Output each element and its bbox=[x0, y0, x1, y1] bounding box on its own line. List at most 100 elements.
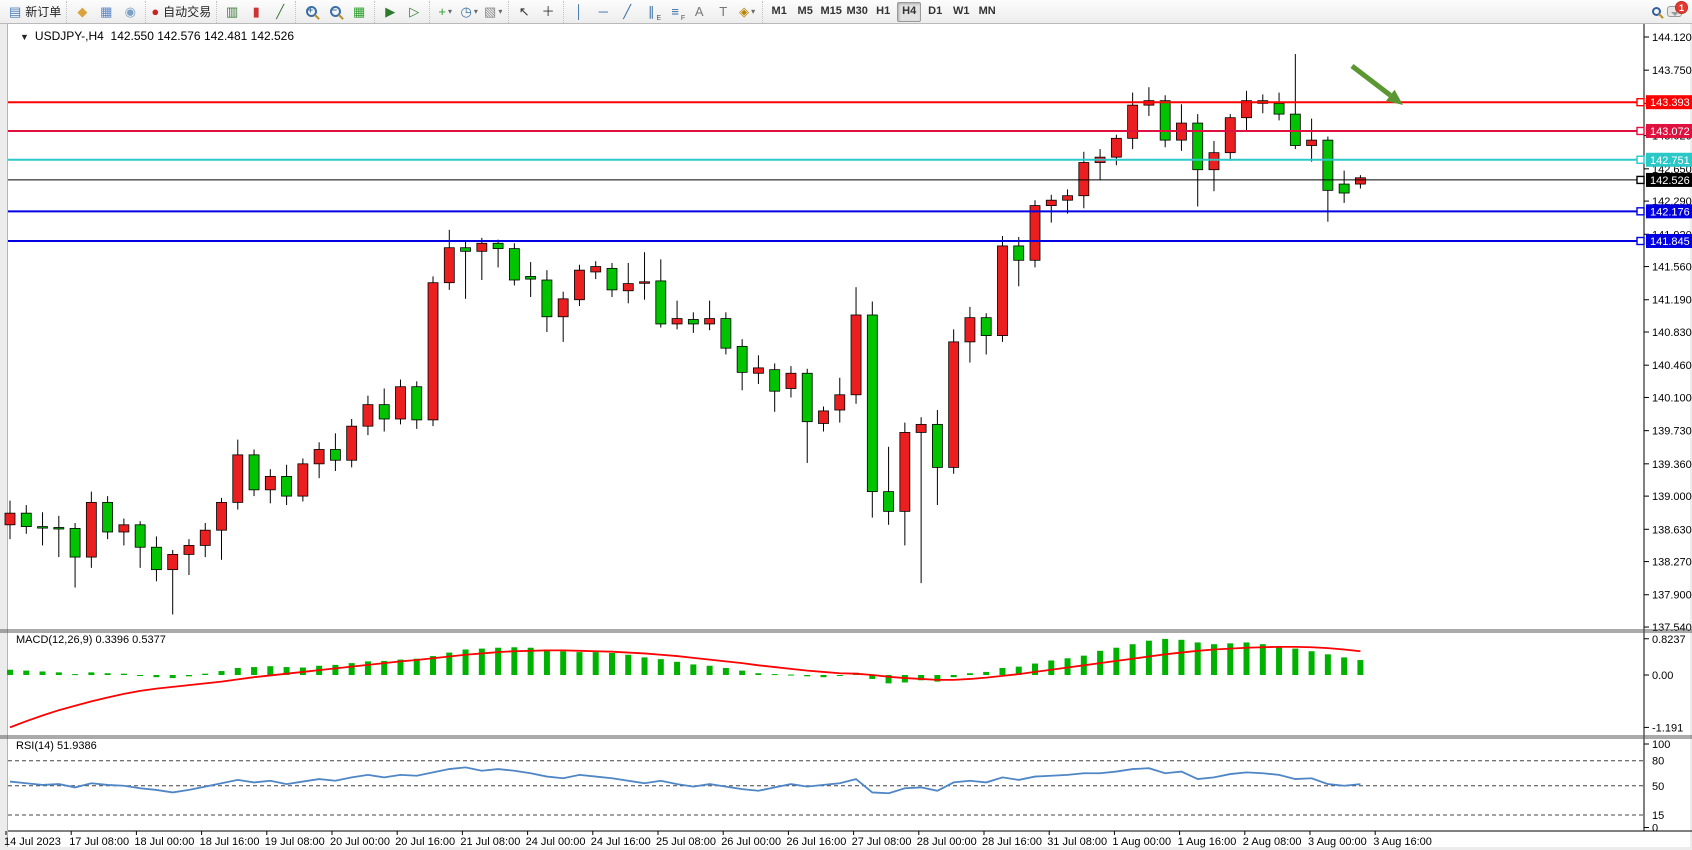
templates-icon: ▧ bbox=[484, 5, 496, 18]
fibonacci-icon: ≡ bbox=[671, 5, 679, 18]
svg-text:0.8237: 0.8237 bbox=[1652, 634, 1686, 646]
new-order-button[interactable]: ▤新订单 bbox=[8, 2, 62, 22]
zoom-in-button[interactable]: + bbox=[300, 2, 322, 22]
svg-text:31 Jul 08:00: 31 Jul 08:00 bbox=[1047, 836, 1107, 848]
rsi-pane: 1008050150 bbox=[8, 739, 1670, 835]
text-button[interactable]: A bbox=[688, 2, 710, 22]
svg-text:141.190: 141.190 bbox=[1652, 295, 1692, 307]
order-group: ▤新订单 bbox=[4, 1, 66, 23]
templates-button[interactable]: ▧ bbox=[482, 2, 504, 22]
timeframe-mn-button[interactable]: MN bbox=[975, 2, 999, 22]
notification-badge: 1 bbox=[1675, 1, 1688, 14]
cursor-button[interactable]: ↖ bbox=[513, 2, 535, 22]
svg-text:142.751: 142.751 bbox=[1650, 155, 1690, 167]
trend-line-button[interactable]: ╱ bbox=[616, 2, 638, 22]
pane-separators[interactable] bbox=[0, 630, 1692, 831]
svg-text:138.630: 138.630 bbox=[1652, 524, 1692, 536]
notifications-icon[interactable]: 1 bbox=[1667, 6, 1682, 17]
svg-text:50: 50 bbox=[1652, 781, 1664, 793]
candles-layer bbox=[5, 54, 1365, 614]
line-chart-icon: ╱ bbox=[276, 5, 284, 18]
svg-text:19 Jul 08:00: 19 Jul 08:00 bbox=[265, 836, 325, 848]
signals-icon: ◉ bbox=[125, 5, 136, 18]
signals-button[interactable]: ◉ bbox=[119, 2, 141, 22]
svg-text:20 Jul 16:00: 20 Jul 16:00 bbox=[395, 836, 455, 848]
timeframe-m1-button[interactable]: M1 bbox=[767, 2, 791, 22]
main-toolbar: ▤新订单◆▦◉●自动交易▥▮╱+−▦▶▷+◷▧↖＋│─╱∥E≡FAT◈M1M5M… bbox=[0, 0, 1692, 24]
svg-text:14 Jul 2023: 14 Jul 2023 bbox=[4, 836, 61, 848]
macd-indicator-label[interactable]: MACD(12,26,9) 0.3396 0.5377 bbox=[16, 634, 166, 646]
timeframe-d1-button[interactable]: D1 bbox=[923, 2, 947, 22]
time-axis[interactable]: 14 Jul 202317 Jul 08:0018 Jul 00:0018 Ju… bbox=[4, 831, 1432, 848]
timeframe-m5-button[interactable]: M5 bbox=[793, 2, 817, 22]
svg-text:143.072: 143.072 bbox=[1650, 126, 1690, 138]
chart-canvas[interactable]: 144.120143.750143.380143.020142.650142.2… bbox=[0, 0, 1692, 850]
timeframe-h4-button[interactable]: H4 bbox=[897, 2, 921, 22]
zoom-group: +−▦ bbox=[295, 1, 374, 23]
bar-chart-button[interactable]: ▥ bbox=[221, 2, 243, 22]
chart-ohlc-values: 142.550 142.576 142.481 142.526 bbox=[111, 29, 295, 43]
auto-trading-button-label: 自动交易 bbox=[163, 6, 211, 18]
indicators-icon: + bbox=[438, 5, 446, 18]
zoom-out-button[interactable]: − bbox=[324, 2, 346, 22]
svg-text:24 Jul 00:00: 24 Jul 00:00 bbox=[526, 836, 586, 848]
crosshair-icon: ＋ bbox=[542, 5, 555, 18]
svg-text:144.120: 144.120 bbox=[1652, 32, 1692, 44]
trend-line-icon: ╱ bbox=[623, 5, 631, 18]
svg-text:1 Aug 00:00: 1 Aug 00:00 bbox=[1112, 836, 1171, 848]
svg-text:141.845: 141.845 bbox=[1650, 236, 1690, 248]
tile-windows-icon: ▦ bbox=[353, 5, 365, 18]
svg-text:3 Aug 00:00: 3 Aug 00:00 bbox=[1308, 836, 1367, 848]
tile-windows-button[interactable]: ▦ bbox=[348, 2, 370, 22]
auto-trading-button[interactable]: ●自动交易 bbox=[150, 2, 212, 22]
svg-text:26 Jul 00:00: 26 Jul 00:00 bbox=[721, 836, 781, 848]
mt4-application-window: ▤新订单◆▦◉●自动交易▥▮╱+−▦▶▷+◷▧↖＋│─╱∥E≡FAT◈M1M5M… bbox=[0, 0, 1692, 850]
svg-text:2 Aug 08:00: 2 Aug 08:00 bbox=[1243, 836, 1302, 848]
svg-text:1 Aug 16:00: 1 Aug 16:00 bbox=[1178, 836, 1237, 848]
text-label-button[interactable]: T bbox=[712, 2, 734, 22]
indicators-button[interactable]: + bbox=[434, 2, 456, 22]
svg-text:0: 0 bbox=[1652, 823, 1658, 835]
horizontal-lines-layer[interactable]: 143.393143.072142.751142.176141.845 bbox=[8, 95, 1692, 248]
timeframe-m15-button[interactable]: M15 bbox=[819, 2, 843, 22]
line-chart-button[interactable]: ╱ bbox=[269, 2, 291, 22]
text-icon: A bbox=[695, 5, 704, 18]
chart-shift-button[interactable]: ▷ bbox=[403, 2, 425, 22]
chevron-down-icon[interactable]: ▼ bbox=[20, 32, 29, 42]
svg-text:140.460: 140.460 bbox=[1652, 360, 1692, 372]
vertical-line-button[interactable]: │ bbox=[568, 2, 590, 22]
svg-text:25 Jul 08:00: 25 Jul 08:00 bbox=[656, 836, 716, 848]
chart-symbol-period: USDJPY-,H4 bbox=[35, 29, 104, 43]
periods-icon: ◷ bbox=[461, 5, 472, 18]
data-window-button[interactable]: ▦ bbox=[95, 2, 117, 22]
fibonacci-button[interactable]: ≡F bbox=[664, 2, 686, 22]
horizontal-line-icon: ─ bbox=[599, 5, 608, 18]
periods-button[interactable]: ◷ bbox=[458, 2, 480, 22]
vertical-line-icon: │ bbox=[575, 5, 583, 18]
svg-text:18 Jul 16:00: 18 Jul 16:00 bbox=[200, 836, 260, 848]
crosshair-button[interactable]: ＋ bbox=[537, 2, 559, 22]
timeframe-m30-button[interactable]: M30 bbox=[845, 2, 869, 22]
svg-text:15: 15 bbox=[1652, 810, 1664, 822]
arrows-button[interactable]: ◈ bbox=[736, 2, 758, 22]
svg-text:28 Jul 00:00: 28 Jul 00:00 bbox=[917, 836, 977, 848]
equidistant-channel-button[interactable]: ∥E bbox=[640, 2, 662, 22]
svg-text:140.830: 140.830 bbox=[1652, 327, 1692, 339]
arrows-icon: ◈ bbox=[739, 5, 749, 18]
svg-text:18 Jul 00:00: 18 Jul 00:00 bbox=[134, 836, 194, 848]
candlestick-chart-button[interactable]: ▮ bbox=[245, 2, 267, 22]
zoom-in-icon: + bbox=[306, 6, 317, 17]
svg-text:139.000: 139.000 bbox=[1652, 491, 1692, 503]
search-icon[interactable] bbox=[1652, 7, 1661, 16]
timeframe-h1-button[interactable]: H1 bbox=[871, 2, 895, 22]
auto-scroll-button[interactable]: ▶ bbox=[379, 2, 401, 22]
annotation-arrow-icon[interactable] bbox=[1352, 66, 1403, 105]
market-depth-button[interactable]: ◆ bbox=[71, 2, 93, 22]
rsi-indicator-label[interactable]: RSI(14) 51.9386 bbox=[16, 740, 97, 752]
svg-text:20 Jul 00:00: 20 Jul 00:00 bbox=[330, 836, 390, 848]
svg-text:139.730: 139.730 bbox=[1652, 426, 1692, 438]
svg-text:140.100: 140.100 bbox=[1652, 392, 1692, 404]
horizontal-line-button[interactable]: ─ bbox=[592, 2, 614, 22]
timeframe-w1-button[interactable]: W1 bbox=[949, 2, 973, 22]
svg-text:3 Aug 16:00: 3 Aug 16:00 bbox=[1373, 836, 1432, 848]
